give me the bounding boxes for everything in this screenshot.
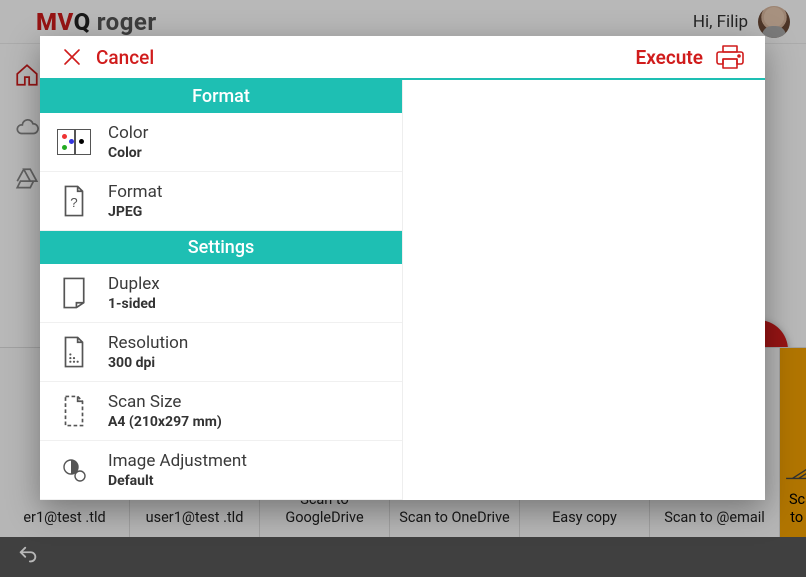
section-header-settings: Settings [40,231,402,264]
close-icon [60,45,84,69]
execute-label: Execute [636,46,703,69]
row-format[interactable]: ? Format JPEG [40,172,402,231]
file-question-icon: ? [56,183,92,219]
row-label: Scan Size [108,392,222,412]
resolution-icon [56,334,92,370]
cancel-label: Cancel [96,46,154,69]
color-swatch-icon [56,124,92,160]
row-label: Resolution [108,333,188,353]
row-label: Format [108,182,162,202]
row-value: 300 dpi [108,355,188,371]
printer-icon [715,44,745,70]
scan-settings-modal: Cancel Execute Format Color Color [40,36,765,500]
row-label: Duplex [108,274,160,294]
scan-size-icon [56,393,92,429]
row-resolution[interactable]: Resolution 300 dpi [40,323,402,382]
row-label: Color [108,123,148,143]
row-color[interactable]: Color Color [40,113,402,172]
svg-text:?: ? [70,195,77,210]
row-value: Color [108,145,148,161]
row-value: JPEG [108,204,162,220]
page-fold-icon [56,275,92,311]
row-value: 1-sided [108,296,160,312]
row-image-adjustment[interactable]: Image Adjustment Default [40,441,402,500]
detail-column [402,80,764,500]
section-header-format: Format [40,80,402,113]
modal-header: Cancel Execute [40,36,765,80]
settings-column: Format Color Color ? Format [40,80,402,500]
row-scan-size[interactable]: Scan Size A4 (210x297 mm) [40,382,402,441]
image-adjustment-icon [56,452,92,488]
row-label: Image Adjustment [108,451,247,471]
row-value: Default [108,473,247,489]
row-value: A4 (210x297 mm) [108,414,222,430]
cancel-button[interactable]: Cancel [60,45,154,69]
execute-button[interactable]: Execute [636,44,745,70]
row-duplex[interactable]: Duplex 1-sided [40,264,402,323]
